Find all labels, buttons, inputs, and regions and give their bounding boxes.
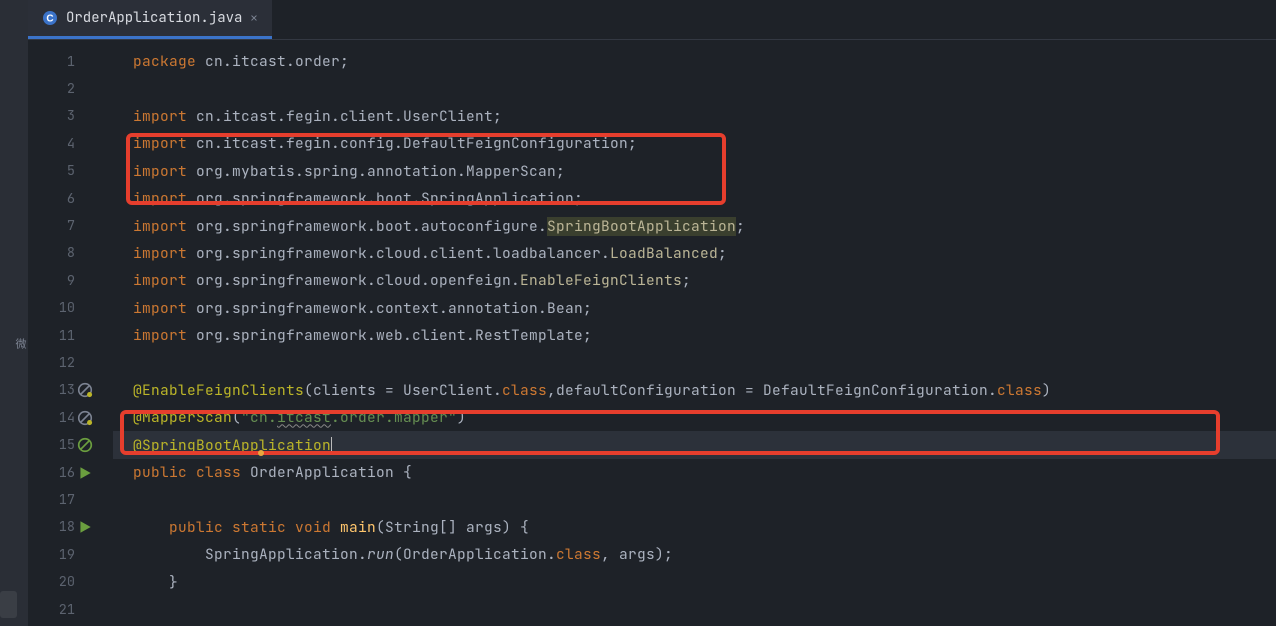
code-line	[113, 486, 1276, 513]
code-line	[113, 349, 1276, 376]
line-number[interactable]: 5	[28, 158, 93, 185]
fold-column	[93, 40, 113, 626]
left-strip-label: 微	[12, 338, 28, 349]
gutter: 1 2 3 4 5 6 7 8 9 10 11 12 13 14 15 16 1	[28, 40, 93, 626]
line-number[interactable]: 1	[28, 48, 93, 75]
tab-orderapplication[interactable]: C OrderApplication.java ✕	[28, 0, 272, 39]
editor: 1 2 3 4 5 6 7 8 9 10 11 12 13 14 15 16 1	[28, 40, 1276, 626]
line-number[interactable]: 14	[28, 404, 93, 431]
code-line: public class OrderApplication {	[113, 459, 1276, 486]
code-line-current: @SpringBootApplication	[113, 431, 1276, 458]
line-number[interactable]: 12	[28, 349, 93, 376]
code-line: package cn.itcast.order;	[113, 48, 1276, 75]
line-number[interactable]: 19	[28, 541, 93, 568]
suppress-warn-icon[interactable]	[77, 382, 93, 398]
line-number[interactable]: 4	[28, 130, 93, 157]
code-line: SpringApplication.run(OrderApplication.c…	[113, 541, 1276, 568]
code-line: import cn.itcast.fegin.client.UserClient…	[113, 103, 1276, 130]
code-line: import org.springframework.web.client.Re…	[113, 322, 1276, 349]
line-number[interactable]: 3	[28, 103, 93, 130]
line-number[interactable]: 10	[28, 295, 93, 322]
code-line: @EnableFeignClients(clients = UserClient…	[113, 377, 1276, 404]
code-line: }	[113, 568, 1276, 595]
main-area: C OrderApplication.java ✕ 1 2 3 4 5 6 7 …	[28, 0, 1276, 626]
warning-dot-icon	[258, 450, 264, 456]
code-line: import org.springframework.cloud.openfei…	[113, 267, 1276, 294]
line-number[interactable]: 20	[28, 568, 93, 595]
code-line: import cn.itcast.fegin.config.DefaultFei…	[113, 130, 1276, 157]
tab-bar: C OrderApplication.java ✕	[28, 0, 1276, 40]
code-line: import org.springframework.cloud.client.…	[113, 240, 1276, 267]
line-number[interactable]: 15	[28, 431, 93, 458]
code-line: @MapperScan("cn.itcast.order.mapper")	[113, 404, 1276, 431]
close-icon[interactable]: ✕	[250, 10, 257, 26]
line-number[interactable]: 11	[28, 322, 93, 349]
code-line: import org.springframework.boot.SpringAp…	[113, 185, 1276, 212]
line-number[interactable]: 21	[28, 596, 93, 623]
line-number[interactable]: 6	[28, 185, 93, 212]
code-line: import org.springframework.boot.autoconf…	[113, 212, 1276, 239]
line-number[interactable]: 13	[28, 377, 93, 404]
line-number[interactable]: 8	[28, 240, 93, 267]
code-line: import org.mybatis.spring.annotation.Map…	[113, 158, 1276, 185]
line-number[interactable]: 9	[28, 267, 93, 294]
svg-text:C: C	[46, 14, 53, 25]
tab-label: OrderApplication.java	[66, 9, 242, 27]
line-number[interactable]: 16	[28, 459, 93, 486]
run-icon[interactable]	[77, 465, 93, 481]
line-number[interactable]: 2	[28, 75, 93, 102]
suppress-icon[interactable]	[77, 437, 93, 453]
java-class-icon: C	[42, 10, 58, 26]
left-toolstrip[interactable]: 微	[0, 0, 28, 626]
run-icon[interactable]	[77, 519, 93, 535]
code-line: import org.springframework.context.annot…	[113, 295, 1276, 322]
text-caret	[331, 437, 332, 454]
code-line	[113, 75, 1276, 102]
code-line: public static void main(String[] args) {	[113, 514, 1276, 541]
code-area[interactable]: package cn.itcast.order; import cn.itcas…	[113, 40, 1276, 626]
ime-indicator	[0, 591, 17, 618]
line-number[interactable]: 7	[28, 212, 93, 239]
line-number[interactable]: 17	[28, 486, 93, 513]
suppress-warn-icon[interactable]	[77, 410, 93, 426]
code-line	[113, 596, 1276, 623]
line-number[interactable]: 18	[28, 514, 93, 541]
